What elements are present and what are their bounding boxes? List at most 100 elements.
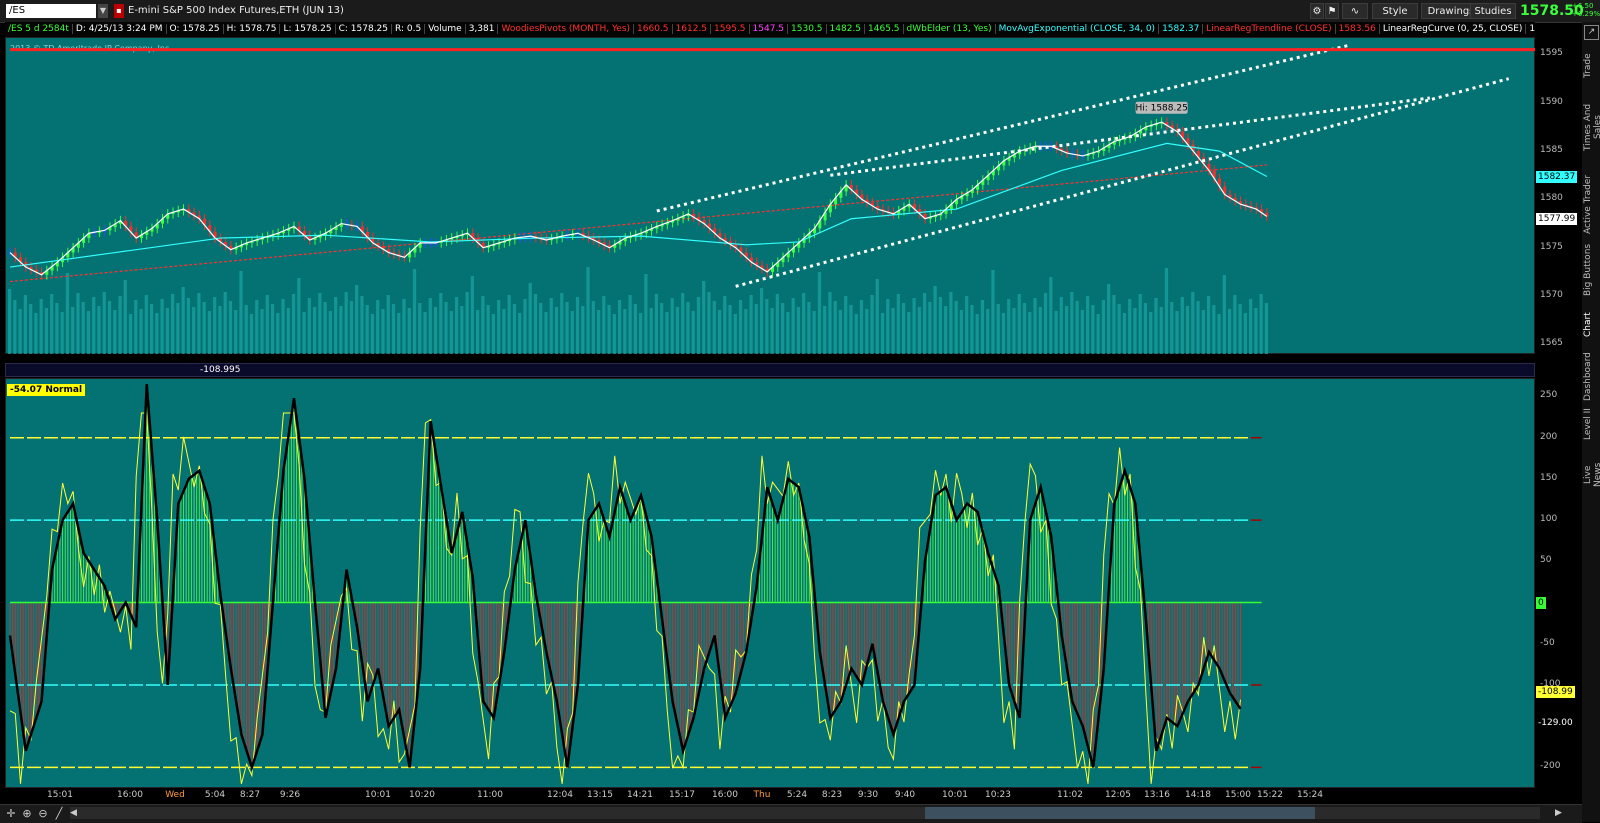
volume-bar xyxy=(907,312,911,354)
volume-bar xyxy=(44,308,49,354)
volume-bar xyxy=(528,283,532,354)
volume-bar xyxy=(260,309,264,354)
volume-bar xyxy=(1159,307,1163,354)
time-tick-label: 10:01 xyxy=(365,790,391,800)
scroll-right-icon[interactable]: ▶ xyxy=(1555,807,1565,819)
volume-bar xyxy=(844,296,848,354)
volume-bar xyxy=(355,285,359,354)
volume-bar xyxy=(628,295,632,354)
volume-bar xyxy=(276,313,280,354)
volume-bar xyxy=(996,304,1000,354)
volume-bar xyxy=(686,302,690,354)
channel-mid-line xyxy=(830,96,1431,177)
expand-icon[interactable]: ↗ xyxy=(1584,25,1599,40)
volume-bar xyxy=(365,305,369,354)
volume-bar xyxy=(880,313,885,354)
volume-bar xyxy=(1143,303,1148,354)
side-tab-level-ii[interactable]: Level II xyxy=(1583,407,1599,442)
volume-bar xyxy=(18,309,22,354)
volume-bar xyxy=(1191,292,1195,354)
volume-bar xyxy=(812,311,816,354)
side-tab-times-and-sales[interactable]: Times And Sales xyxy=(1583,92,1600,162)
volume-bar xyxy=(76,293,80,354)
volume-bar xyxy=(123,280,127,354)
volume-bar xyxy=(160,299,164,354)
pencil-icon[interactable]: ╱ xyxy=(52,807,66,821)
volume-bar xyxy=(523,299,527,354)
side-tab-big-buttons[interactable]: Big Buttons xyxy=(1583,242,1599,297)
volume-bar xyxy=(717,310,722,354)
volume-bar xyxy=(986,309,990,354)
time-tick-label: 13:15 xyxy=(587,790,613,800)
volume-bar xyxy=(476,310,480,354)
zoom-out-icon[interactable]: ⊖ xyxy=(36,807,50,821)
volume-bar xyxy=(1138,294,1142,354)
volume-bar xyxy=(554,307,559,354)
volume-bar xyxy=(344,292,348,354)
volume-bar xyxy=(328,311,332,354)
volume-bar xyxy=(50,294,54,354)
volume-bar xyxy=(207,311,212,354)
side-tab-chart[interactable]: Chart xyxy=(1583,307,1599,342)
time-axis[interactable]: 15:01 16:00 Wed 5:04 8:27 9:26 10:01 10:20 11:00… xyxy=(5,788,1535,804)
time-tick-label: Wed xyxy=(165,790,185,800)
volume-bar xyxy=(302,312,306,354)
volume-bar xyxy=(386,295,390,354)
volume-bar xyxy=(244,305,248,354)
volume-bar xyxy=(660,303,664,354)
volume-bar xyxy=(944,306,948,354)
volume-bar xyxy=(607,305,611,354)
volume-bar xyxy=(733,314,737,354)
time-tick-label: 5:04 xyxy=(204,790,226,800)
side-tab-trade[interactable]: Trade xyxy=(1583,47,1599,85)
volume-bar xyxy=(381,309,385,354)
regcurve-price-marker: 1577.99 xyxy=(1536,212,1578,225)
volume-bar xyxy=(55,303,59,354)
volume-bar xyxy=(970,305,974,354)
volume-bar xyxy=(770,308,774,354)
horizontal-scrollbar[interactable] xyxy=(70,807,1540,819)
volume-bar xyxy=(749,295,753,354)
volume-bar xyxy=(34,313,38,354)
side-tab-live-news[interactable]: Live News xyxy=(1583,452,1600,497)
chart-canvas[interactable]: Hi: 1588.25 xyxy=(0,0,1536,800)
volume-bar xyxy=(218,306,222,354)
volume-bar xyxy=(144,295,148,354)
volume-bar xyxy=(1196,301,1200,354)
zoom-in-icon[interactable]: ⊕ xyxy=(20,807,34,821)
volume-bar xyxy=(1217,314,1221,354)
volume-bar xyxy=(791,298,795,354)
volume-bar xyxy=(502,309,506,354)
volume-bar xyxy=(286,308,290,354)
time-tick-label: 11:02 xyxy=(1057,790,1083,800)
volume-bar xyxy=(118,296,122,354)
volume-bar xyxy=(1022,303,1027,354)
side-tab-active-trader[interactable]: Active Trader xyxy=(1583,172,1599,237)
volume-bar xyxy=(1128,299,1132,354)
axis-tick-label: 100 xyxy=(1540,514,1558,525)
volume-bar xyxy=(570,311,574,354)
scrollbar-thumb[interactable] xyxy=(925,807,1315,819)
volume-bar xyxy=(486,305,490,354)
time-tick-label: 15:22 xyxy=(1257,790,1283,800)
scroll-left-icon[interactable]: ◀ xyxy=(70,807,80,819)
volume-bar xyxy=(460,306,464,354)
volume-bar xyxy=(1012,308,1016,354)
volume-bar xyxy=(234,310,238,354)
volume-bar xyxy=(738,300,743,354)
crosshair-icon[interactable]: ✛ xyxy=(4,807,18,821)
volume-bar xyxy=(849,305,853,354)
volume-bar xyxy=(171,294,175,354)
cci-marker: -129.00 xyxy=(1536,716,1575,729)
volume-bar xyxy=(349,301,354,354)
volume-bar xyxy=(1049,277,1053,354)
time-tick-label: 12:04 xyxy=(547,790,573,800)
volume-bar xyxy=(444,302,448,354)
volume-bar xyxy=(1133,308,1137,354)
volume-bar xyxy=(965,296,969,354)
side-tab-dashboard[interactable]: Dashboard xyxy=(1583,352,1599,402)
price-axis[interactable]: 1595 1590 1585 1580 1575 1570 1565 250 200 150 100… xyxy=(1536,37,1582,788)
volume-bar xyxy=(176,303,180,354)
volume-bar xyxy=(481,296,485,354)
volume-bar xyxy=(139,309,143,354)
